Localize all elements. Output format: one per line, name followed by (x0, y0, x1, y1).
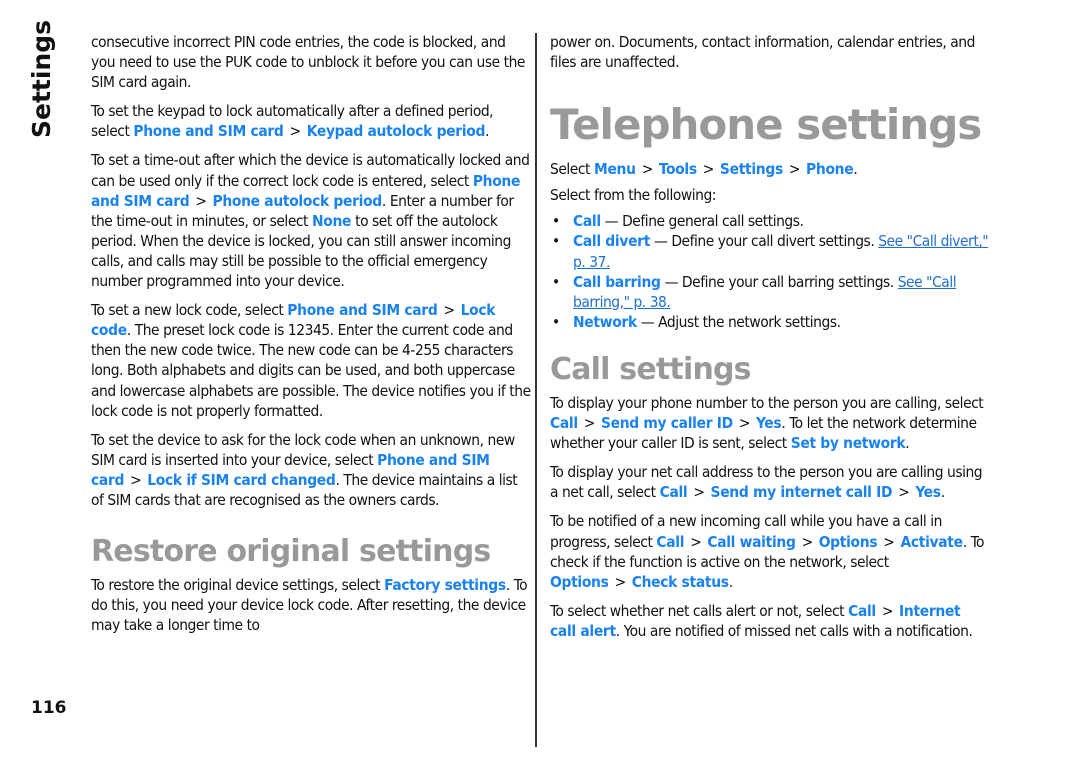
menu-item-call-divert[interactable]: Call divert (573, 232, 650, 250)
bullet-icon: • (552, 312, 560, 331)
select-from-text: Select from the following: (550, 186, 717, 205)
separator: > (788, 160, 801, 179)
menu-item-yes[interactable]: Yes (915, 483, 941, 501)
menu-item-send-my-internet-call-id[interactable]: Send my internet call ID (711, 483, 893, 501)
menu-item-settings[interactable]: Settings (720, 160, 783, 178)
call-settings-heading: Call settings (550, 351, 752, 387)
sim-change-paragraph: To set the device to ask for the lock co… (91, 430, 518, 509)
net-call-alert-paragraph: To select whether net calls alert or not… (550, 601, 973, 640)
menu-item-network[interactable]: Network (573, 313, 637, 331)
page-number: 116 (31, 698, 67, 718)
section-label: Settings (27, 19, 56, 138)
bullet-icon: • (552, 212, 560, 231)
menu-item-check-status[interactable]: Check status (632, 573, 729, 591)
menu-item-send-my-caller-id[interactable]: Send my caller ID (601, 414, 733, 432)
column-divider (535, 33, 537, 747)
menu-item-tools[interactable]: Tools (659, 160, 697, 178)
bullet-icon: • (552, 232, 560, 251)
menu-item-yes[interactable]: Yes (756, 414, 782, 432)
separator: > (130, 470, 142, 489)
separator: > (443, 301, 455, 320)
net-call-address-paragraph: To display your net call address to the … (550, 463, 983, 502)
restore-heading: Restore original settings (91, 534, 491, 570)
menu-item-call[interactable]: Call (848, 602, 876, 620)
restore-paragraph: To restore the original device settings,… (91, 576, 528, 635)
select-path-paragraph: Select Menu > Tools > Settings > Phone. (550, 160, 858, 179)
menu-item-phone-sim-card[interactable]: Phone and SIM card (287, 301, 437, 319)
menu-item-lock-if-sim-changed[interactable]: Lock if SIM card changed (147, 471, 336, 489)
menu-item-phone-sim-card[interactable]: Phone and SIM card (133, 122, 283, 140)
power-on-paragraph: power on. Documents, contact information… (550, 33, 975, 72)
menu-item-call-barring[interactable]: Call barring (573, 273, 661, 291)
menu-item-activate[interactable]: Activate (900, 533, 963, 551)
menu-item-call[interactable]: Call (573, 212, 601, 230)
separator: > (641, 160, 654, 179)
list-item: • Call barring — Define your call barring… (552, 272, 957, 311)
keypad-autolock-paragraph: To set the keypad to lock automatically … (91, 102, 494, 141)
caller-id-paragraph: To display your phone number to the pers… (550, 393, 984, 453)
phone-autolock-paragraph: To set a time-out after which the device… (91, 151, 530, 291)
call-waiting-paragraph: To be notified of a new incoming call wh… (550, 512, 985, 591)
right-column: power on. Documents, contact information… (550, 32, 990, 650)
list-item: • Call divert — Define your call divert s… (552, 232, 989, 271)
left-column: consecutive incorrect PIN code entries, … (91, 32, 531, 644)
menu-item-call[interactable]: Call (550, 414, 578, 432)
list-item: • Network — Adjust the network settings. (552, 312, 841, 331)
separator: > (693, 483, 705, 502)
menu-item-keypad-autolock-period[interactable]: Keypad autolock period (307, 122, 486, 140)
menu-item-factory-settings[interactable]: Factory settings (384, 576, 506, 594)
pin-paragraph: consecutive incorrect PIN code entries, … (91, 33, 525, 92)
menu-item-call[interactable]: Call (656, 533, 684, 551)
menu-item-phone[interactable]: Phone (806, 160, 854, 178)
separator: > (690, 532, 702, 551)
separator: > (614, 572, 627, 591)
menu-item-menu[interactable]: Menu (594, 160, 636, 178)
separator: > (898, 483, 910, 502)
menu-item-set-by-network[interactable]: Set by network (791, 434, 906, 452)
telephone-options-list: • Call — Define general call settings. • C… (550, 211, 990, 332)
telephone-settings-heading: Telephone settings (550, 100, 982, 150)
lock-code-paragraph: To set a new lock code, select Phone and… (91, 301, 531, 420)
separator: > (801, 532, 814, 551)
separator: > (195, 191, 207, 210)
separator: > (583, 414, 596, 433)
separator: > (702, 160, 715, 179)
separator: > (738, 414, 751, 433)
list-item: • Call — Define general call settings. (552, 212, 804, 231)
menu-item-options[interactable]: Options (550, 573, 609, 591)
menu-item-none[interactable]: None (312, 212, 351, 230)
menu-item-phone-autolock-period[interactable]: Phone autolock period (213, 192, 383, 210)
separator: > (881, 601, 894, 620)
bullet-icon: • (552, 272, 560, 291)
separator: > (289, 122, 302, 141)
menu-item-call-waiting[interactable]: Call waiting (707, 533, 796, 551)
menu-item-call[interactable]: Call (660, 483, 688, 501)
separator: > (883, 532, 895, 551)
menu-item-options[interactable]: Options (819, 533, 878, 551)
